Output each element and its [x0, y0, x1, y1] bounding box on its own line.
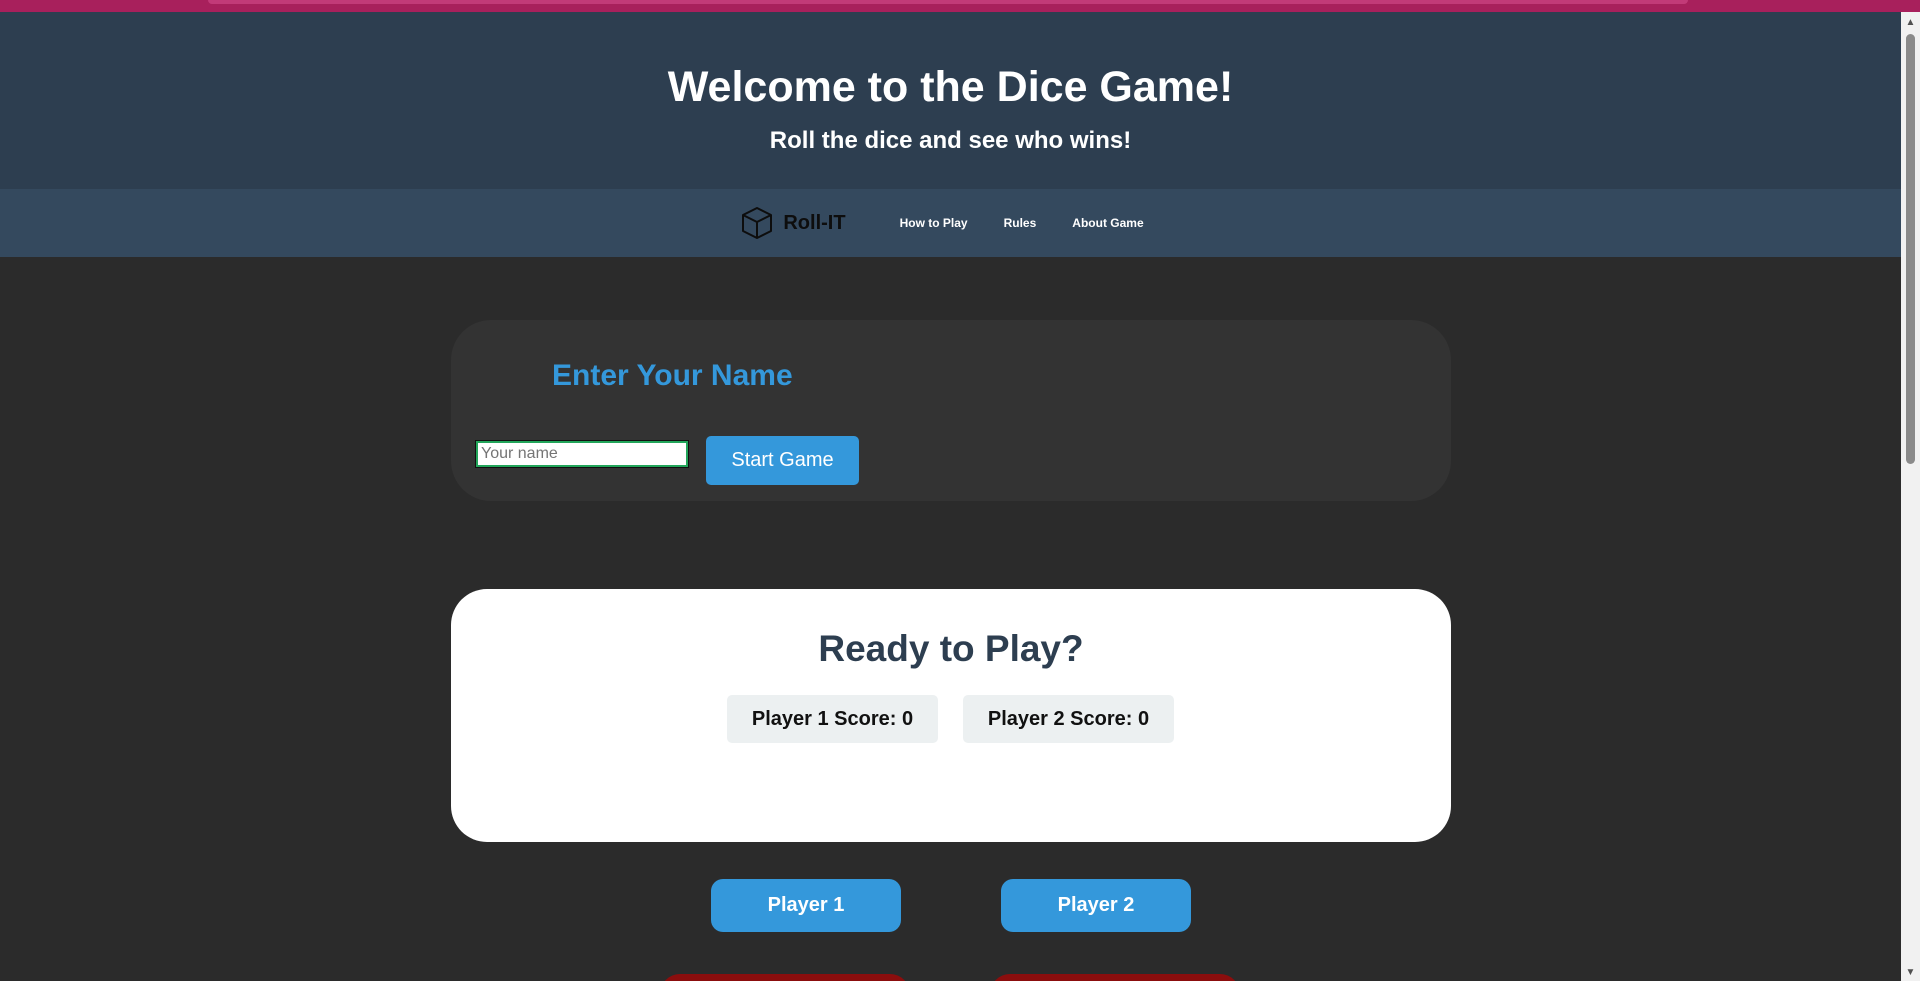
- browser-top-strip-highlight: [208, 0, 1688, 4]
- page: Welcome to the Dice Game! Roll the dice …: [0, 12, 1901, 981]
- start-game-button[interactable]: Start Game: [706, 436, 859, 485]
- player1-secondary-button[interactable]: [660, 974, 910, 981]
- hero-header: Welcome to the Dice Game! Roll the dice …: [0, 12, 1901, 189]
- browser-top-strip: [0, 0, 1920, 12]
- scrollbar-thumb[interactable]: [1906, 34, 1915, 464]
- nav-link-about-game[interactable]: About Game: [1072, 216, 1143, 230]
- scroll-up-arrow-icon[interactable]: ▲: [1901, 14, 1920, 31]
- vertical-scrollbar[interactable]: ▲ ▼: [1901, 12, 1920, 981]
- game-status-title: Ready to Play?: [818, 628, 1084, 669]
- dice-cube-icon: [739, 205, 775, 241]
- player1-roll-button[interactable]: Player 1: [711, 879, 901, 932]
- player1-score-badge: Player 1 Score: 0: [727, 695, 938, 743]
- scroll-down-arrow-icon[interactable]: ▼: [1901, 964, 1920, 981]
- name-input[interactable]: [475, 440, 689, 468]
- page-title: Welcome to the Dice Game!: [667, 63, 1234, 111]
- name-entry-card: Enter Your Name Start Game: [451, 320, 1451, 501]
- navbar: Roll-IT How to Play Rules About Game: [0, 189, 1901, 257]
- name-entry-heading: Enter Your Name: [552, 359, 793, 392]
- brand-label: Roll-IT: [783, 211, 846, 234]
- nav-link-how-to-play[interactable]: How to Play: [900, 216, 968, 230]
- player2-score-badge: Player 2 Score: 0: [963, 695, 1174, 743]
- player2-roll-button[interactable]: Player 2: [1001, 879, 1191, 932]
- nav-link-rules[interactable]: Rules: [1004, 216, 1037, 230]
- player2-secondary-button[interactable]: [990, 974, 1240, 981]
- page-subtitle: Roll the dice and see who wins!: [769, 127, 1132, 154]
- brand-logo[interactable]: Roll-IT: [739, 205, 846, 241]
- game-status-card: Ready to Play? Player 1 Score: 0 Player …: [451, 589, 1451, 842]
